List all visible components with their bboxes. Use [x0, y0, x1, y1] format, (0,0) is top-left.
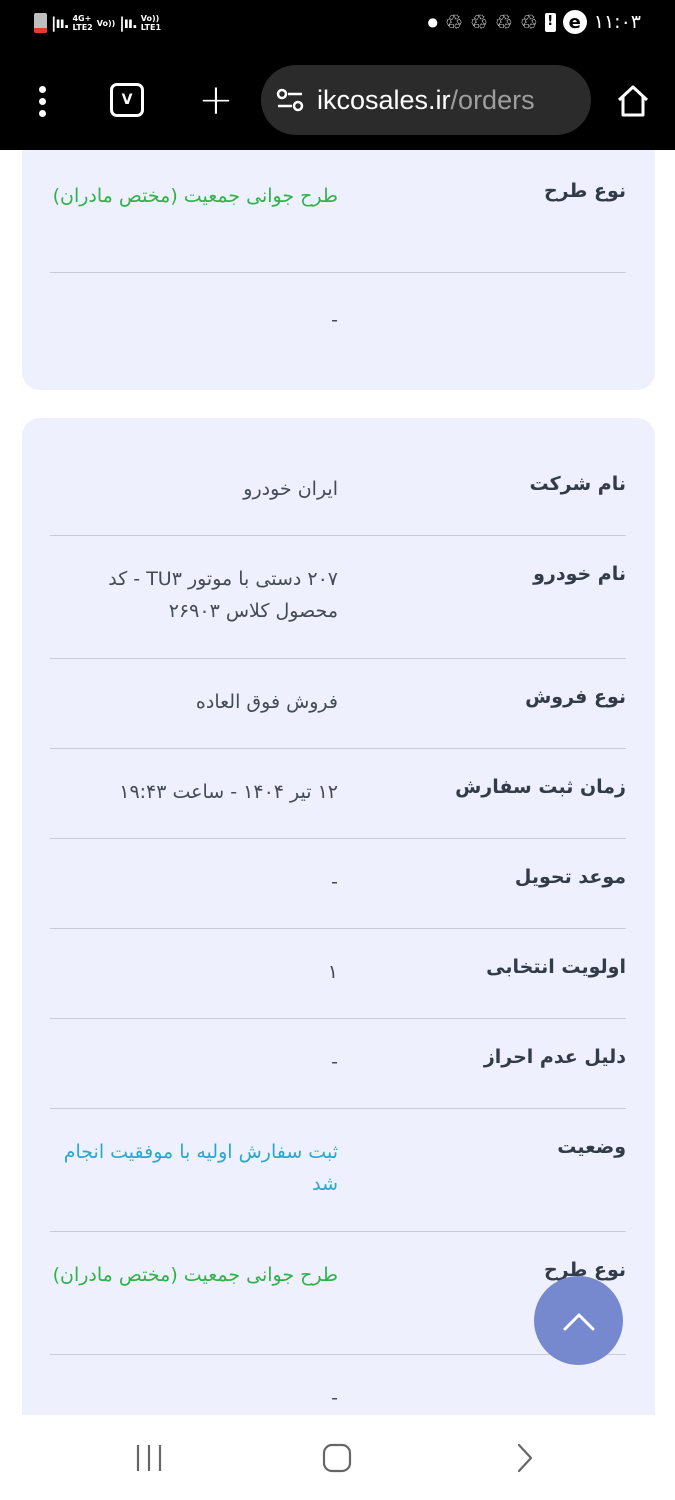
divider — [50, 658, 626, 659]
network-sub-label: LTE2 — [72, 23, 93, 32]
row-label: دلیل عدم احراز — [483, 1046, 626, 1068]
divider — [50, 838, 626, 839]
row-value: طرح جوانی جمعیت (مختص مادران) — [52, 185, 338, 207]
battery-alert-icon — [544, 12, 556, 32]
chevron-right-icon — [517, 1443, 533, 1473]
row-value: طرح جوانی جمعیت (مختص مادران) — [52, 1264, 338, 1286]
chevron-up-icon — [563, 1313, 594, 1330]
divider — [50, 928, 626, 929]
tabs-button[interactable]: V — [110, 83, 144, 117]
more-menu-icon[interactable] — [24, 78, 60, 124]
row-label: نام خودرو — [533, 563, 626, 585]
signal-icon: |ıı. — [119, 13, 137, 32]
row-label: نوع طرح — [543, 180, 626, 202]
url-bar[interactable]: ikcosales.ir/orders — [261, 65, 591, 135]
divider — [50, 535, 626, 536]
status-left: |ıı. 4G+ LTE2 Vo)) |ıı. Vo)) LTE1 — [34, 13, 161, 33]
recycle-icon: ♲ — [469, 10, 488, 34]
row-label: وضعیت — [557, 1136, 626, 1158]
row-value: ایران خودرو — [243, 478, 338, 500]
browser-toolbar: V + ikcosales.ir/orders — [0, 52, 675, 150]
notification-dot-icon: ● — [427, 15, 439, 29]
volte-indicator-1: Vo)) — [97, 19, 116, 28]
recycle-icon: ♲ — [494, 10, 513, 34]
row-value: - — [331, 1051, 338, 1073]
row-value: ۲۰۷ دستی با موتور TU۳ - کد محصول کلاس ۲۶… — [108, 568, 338, 622]
recents-icon — [136, 1445, 162, 1471]
divider — [50, 748, 626, 749]
row-label: اولویت انتخابی — [486, 956, 626, 978]
volte-label: Vo)) — [96, 18, 116, 28]
new-tab-icon[interactable]: + — [194, 78, 238, 122]
row-value: - — [331, 1387, 338, 1409]
row-label: زمان ثبت سفارش — [455, 776, 626, 798]
volte-label: Vo)) — [140, 14, 160, 23]
url-path: /orders — [450, 84, 535, 115]
row-value: ۱ — [327, 961, 338, 983]
edge-icon: e — [562, 10, 587, 34]
url-text: ikcosales.ir/orders — [317, 85, 535, 116]
tab-count: V — [121, 92, 133, 108]
network-sub-label: LTE1 — [140, 23, 162, 32]
row-value: فروش فوق العاده — [195, 691, 338, 713]
home-circle-icon — [322, 1443, 352, 1473]
divider — [50, 1354, 626, 1355]
url-domain: ikcosales.ir — [317, 84, 451, 115]
recycle-icon: ♲ — [519, 10, 538, 34]
scroll-to-top-button[interactable] — [534, 1276, 623, 1365]
battery-low-icon — [34, 13, 47, 33]
signal-icon: |ıı. — [51, 13, 69, 32]
order-card: نام شرکت ایران خودرو نام خودرو ۲۰۷ دستی … — [22, 418, 655, 1415]
divider — [50, 1231, 626, 1232]
status-bar: |ıı. 4G+ LTE2 Vo)) |ıı. Vo)) LTE1 ● ♲ ♲ … — [0, 0, 675, 52]
clock: ۱۱:۰۳ — [593, 11, 641, 33]
row-label: نوع فروش — [525, 686, 626, 708]
status-value: ثبت سفارش اولیه با موفقیت انجام شد — [63, 1141, 338, 1195]
recents-button[interactable] — [124, 1435, 174, 1481]
recycle-icon: ♲ — [445, 10, 463, 34]
back-button[interactable] — [500, 1435, 550, 1481]
divider — [50, 1018, 626, 1019]
site-settings-icon[interactable] — [275, 85, 305, 115]
divider — [50, 1108, 626, 1109]
row-label: موعد تحویل — [514, 866, 626, 888]
network-indicator-2: Vo)) LTE1 — [141, 14, 161, 32]
network-type-label: 4G+ — [72, 14, 92, 23]
network-indicator-1: 4G+ LTE2 — [72, 14, 92, 32]
status-right: ● ♲ ♲ ♲ ♲ e ۱۱:۰۳ — [428, 10, 641, 34]
order-card-previous: نوع طرح طرح جوانی جمعیت (مختص مادران) - — [22, 150, 655, 390]
row-value: - — [331, 871, 338, 893]
row-value: ۱۲ تیر ۱۴۰۴ - ساعت ۱۹:۴۳ — [119, 781, 338, 803]
page-content[interactable]: نوع طرح طرح جوانی جمعیت (مختص مادران) - … — [0, 150, 675, 1415]
divider — [50, 272, 626, 273]
system-nav-bar — [0, 1415, 675, 1500]
row-label: نام شرکت — [529, 473, 626, 495]
home-button[interactable] — [312, 1435, 362, 1481]
row-value: - — [331, 309, 338, 331]
home-icon[interactable] — [610, 78, 656, 124]
